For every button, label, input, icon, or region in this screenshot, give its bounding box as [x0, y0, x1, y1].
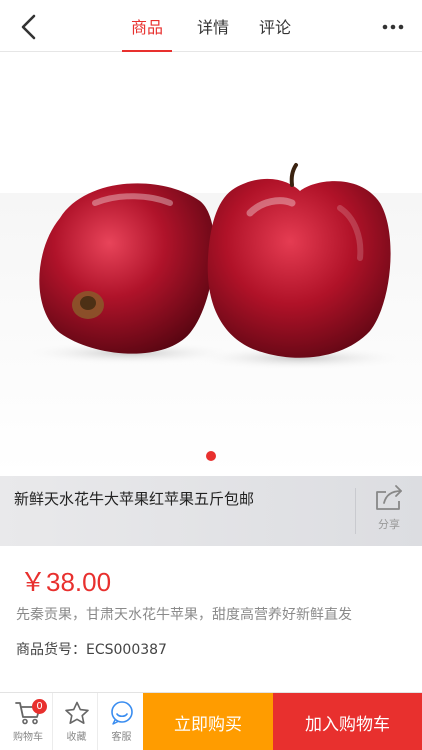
chat-bubble-icon	[110, 701, 133, 725]
product-title: 新鲜天水花牛大苹果红苹果五斤包邮	[14, 490, 255, 508]
divider	[355, 488, 356, 534]
product-image	[20, 163, 410, 370]
bottom-action-bar: 0 购物车 收藏 客服 立即购买 加入购物车	[0, 692, 422, 750]
favorite-label: 收藏	[66, 732, 87, 743]
back-button[interactable]	[12, 10, 46, 44]
cart-count-badge: 0	[32, 699, 47, 714]
product-image-carousel[interactable]	[0, 53, 422, 476]
product-description: 先秦贡果，甘肃天水花牛苹果，甜度高营养好新鲜直发	[16, 607, 352, 623]
top-nav-bar: 商品 详情 评论	[0, 0, 422, 52]
star-icon	[64, 701, 89, 725]
product-sku: 商品货号：ECS000387	[16, 642, 167, 658]
customer-service-button[interactable]: 客服	[97, 693, 145, 750]
share-label: 分享	[378, 518, 400, 531]
more-button[interactable]	[376, 10, 410, 44]
tab-product[interactable]: 商品	[118, 0, 176, 52]
carousel-dot-active[interactable]	[206, 451, 216, 461]
service-label: 客服	[111, 732, 132, 743]
add-to-cart-button[interactable]: 加入购物车	[273, 693, 422, 750]
share-icon	[376, 485, 402, 510]
product-title-bar: 新鲜天水花牛大苹果红苹果五斤包邮 分享	[0, 476, 422, 546]
product-price: ￥38.00	[20, 567, 112, 597]
tab-reviews[interactable]: 评论	[246, 0, 304, 52]
tab-details[interactable]: 详情	[184, 0, 242, 52]
favorite-button[interactable]: 收藏	[52, 693, 100, 750]
tab-bar: 商品 详情 评论	[118, 0, 304, 52]
more-dots-icon	[382, 24, 404, 30]
cart-button[interactable]: 0 购物车	[4, 693, 52, 750]
cart-label: 购物车	[13, 732, 43, 743]
share-button[interactable]: 分享	[362, 484, 416, 540]
buy-now-button[interactable]: 立即购买	[143, 693, 273, 750]
chevron-left-icon	[21, 14, 36, 40]
